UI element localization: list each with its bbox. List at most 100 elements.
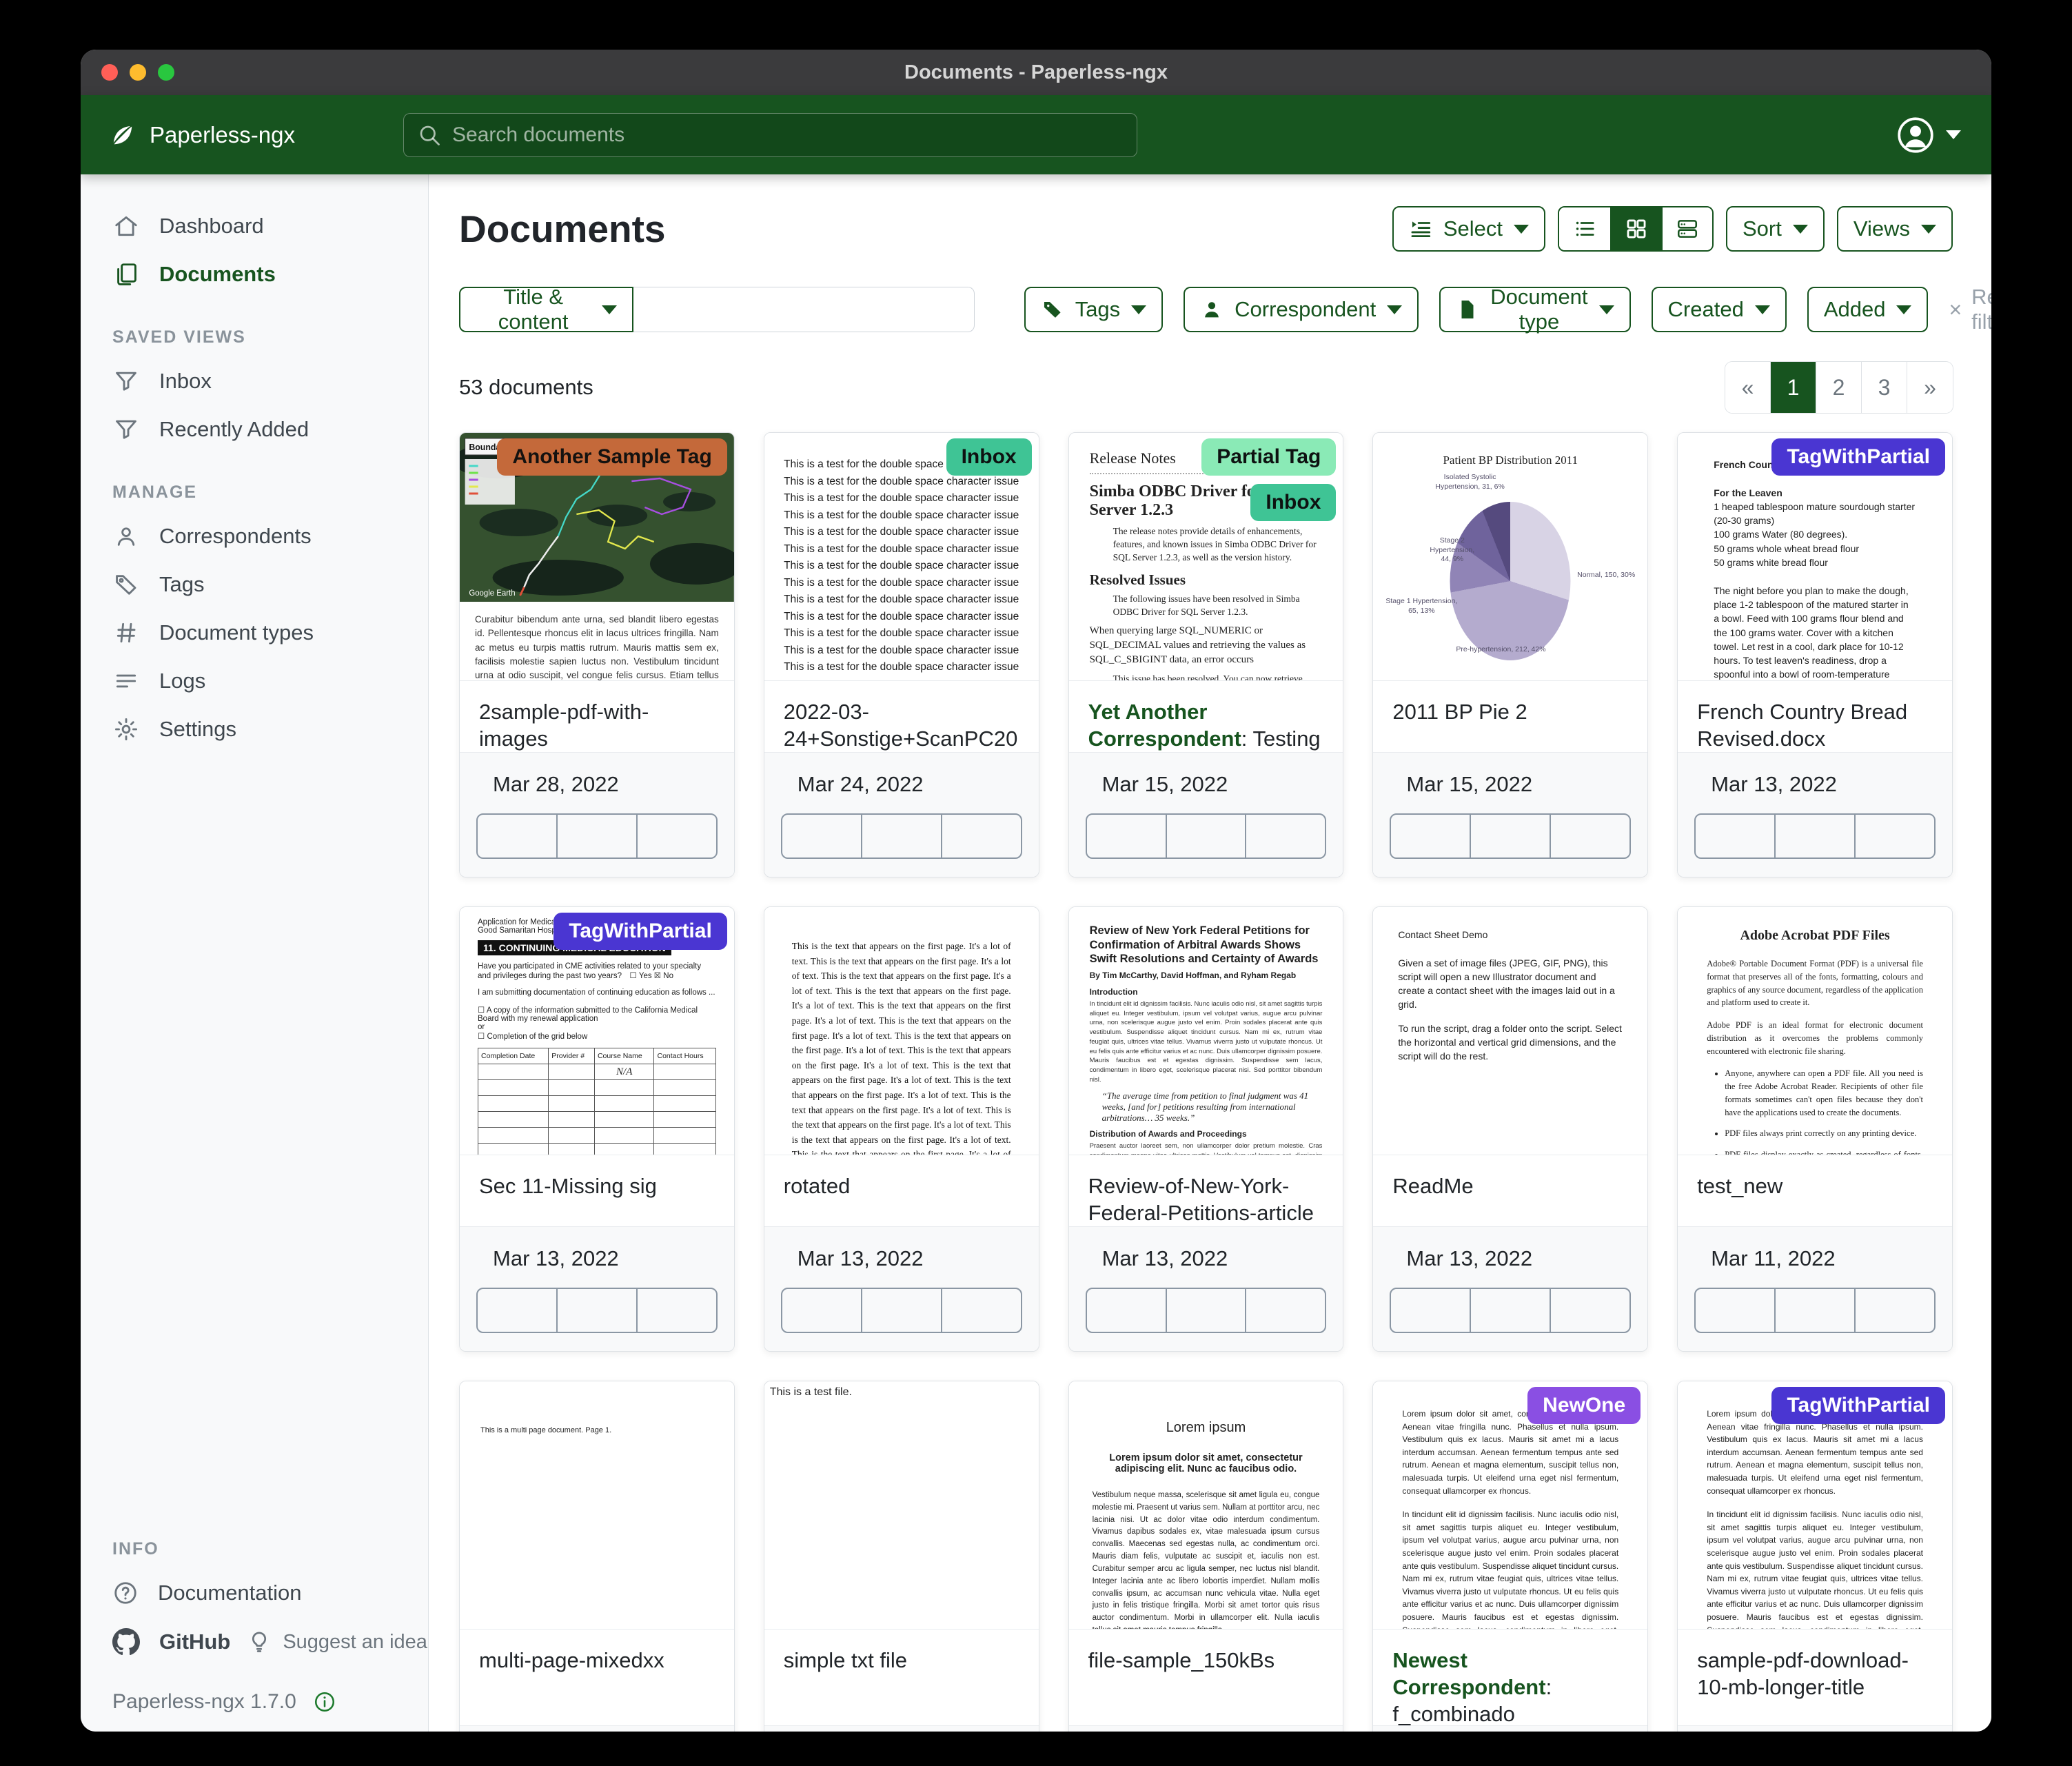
sidebar-item-suggest-idea[interactable]: Suggest an idea: [241, 1618, 429, 1665]
view-document-button[interactable]: [1470, 1288, 1551, 1333]
download-document-button[interactable]: [1550, 813, 1631, 859]
view-mode-list-button[interactable]: [1559, 207, 1610, 250]
document-card[interactable]: This is the text that appears on the fir…: [764, 906, 1039, 1352]
edit-document-button[interactable]: [1086, 813, 1167, 859]
sidebar-item-document-types[interactable]: Document types: [107, 609, 407, 657]
document-title[interactable]: file-sample_150kBs: [1069, 1630, 1343, 1725]
document-title[interactable]: Review-of-New-York-Federal-Petitions-art…: [1069, 1155, 1343, 1226]
sidebar-item-documents[interactable]: Documents: [107, 250, 407, 298]
document-title[interactable]: Newest Correspondent: f_combinado: [1373, 1630, 1647, 1725]
pagination-button-2[interactable]: 2: [1816, 362, 1862, 413]
pagination-button-prev[interactable]: «: [1725, 362, 1771, 413]
document-card[interactable]: This is a multi page document. Page 1. m…: [459, 1381, 735, 1732]
filter-field-button[interactable]: Title & content: [459, 287, 633, 332]
view-document-button[interactable]: [1774, 813, 1856, 859]
view-document-button[interactable]: [861, 813, 942, 859]
document-title[interactable]: simple txt file: [764, 1630, 1039, 1725]
view-document-button[interactable]: [1470, 813, 1551, 859]
document-title[interactable]: 2022-03-24+Sonstige+ScanPC2022-03-24_081…: [764, 681, 1039, 752]
edit-document-button[interactable]: [476, 813, 558, 859]
document-title[interactable]: French Country Bread Revised.docx: [1678, 681, 1952, 752]
edit-document-button[interactable]: [1086, 1288, 1167, 1333]
sidebar-item-settings[interactable]: Settings: [107, 705, 407, 753]
filter-query-input[interactable]: [633, 287, 974, 332]
tag-badge[interactable]: TagWithPartial: [553, 913, 727, 950]
filter-document-type-button[interactable]: Document type: [1439, 287, 1630, 332]
document-card[interactable]: This is a test file. simple txt file: [764, 1381, 1039, 1732]
sidebar-item-logs[interactable]: Logs: [107, 657, 407, 705]
document-title[interactable]: ReadMe: [1373, 1155, 1647, 1226]
view-document-button[interactable]: [1166, 1288, 1247, 1333]
select-button[interactable]: Select: [1392, 206, 1545, 252]
document-title[interactable]: sample-pdf-download-10-mb-longer-title: [1678, 1630, 1952, 1725]
document-title[interactable]: test_new: [1678, 1155, 1952, 1226]
download-document-button[interactable]: [1550, 1288, 1631, 1333]
download-document-button[interactable]: [1854, 1288, 1936, 1333]
document-card[interactable]: TagWithPartial French Country Bread For …: [1677, 432, 1953, 877]
document-card[interactable]: Contact Sheet Demo Given a set of image …: [1372, 906, 1648, 1352]
document-card[interactable]: Inbox This is a test for the double spac…: [764, 432, 1039, 877]
filter-created-button[interactable]: Created: [1652, 287, 1787, 332]
filter-tags-button[interactable]: Tags: [1024, 287, 1163, 332]
tag-badge[interactable]: Another Sample Tag: [497, 438, 727, 476]
tag-badge[interactable]: NewOne: [1527, 1387, 1641, 1424]
edit-document-button[interactable]: [1390, 1288, 1471, 1333]
document-card[interactable]: Lorem ipsumLorem ipsum dolor sit amet, c…: [1068, 1381, 1344, 1732]
views-button[interactable]: Views: [1837, 206, 1953, 252]
document-card[interactable]: Partial TagInbox Release NotesSimba ODBC…: [1068, 432, 1344, 877]
filter-correspondent-button[interactable]: Correspondent: [1184, 287, 1419, 332]
document-title[interactable]: multi-page-mixedxx: [460, 1630, 734, 1725]
view-document-button[interactable]: [861, 1288, 942, 1333]
download-document-button[interactable]: [941, 1288, 1022, 1333]
sidebar-item-documentation[interactable]: Documentation: [107, 1569, 407, 1617]
document-card[interactable]: TagWithPartial Application for Medical S…: [459, 906, 735, 1352]
tag-badge[interactable]: Inbox: [1250, 484, 1336, 521]
pagination-button-next[interactable]: »: [1907, 362, 1953, 413]
pagination-button-3[interactable]: 3: [1862, 362, 1907, 413]
edit-document-button[interactable]: [476, 1288, 558, 1333]
document-title[interactable]: 2sample-pdf-with-images: [460, 681, 734, 752]
download-document-button[interactable]: [1854, 813, 1936, 859]
download-document-button[interactable]: [636, 813, 718, 859]
view-document-button[interactable]: [556, 1288, 638, 1333]
filter-added-button[interactable]: Added: [1807, 287, 1929, 332]
sidebar-item-tags[interactable]: Tags: [107, 560, 407, 609]
sidebar-item-github[interactable]: GitHub: [107, 1617, 236, 1667]
view-document-button[interactable]: [1774, 1288, 1856, 1333]
search-input[interactable]: [403, 113, 1137, 157]
document-card[interactable]: Adobe Acrobat PDF FilesAdobe® Portable D…: [1677, 906, 1953, 1352]
tag-badge[interactable]: TagWithPartial: [1771, 1387, 1945, 1424]
document-card[interactable]: Another Sample Tag Boundary Waters Trip …: [459, 432, 735, 877]
document-title[interactable]: rotated: [764, 1155, 1039, 1226]
edit-document-button[interactable]: [781, 813, 862, 859]
info-circle-icon[interactable]: [313, 1690, 336, 1714]
sidebar-item-recently-added[interactable]: Recently Added: [107, 405, 407, 454]
sidebar-item-correspondents[interactable]: Correspondents: [107, 512, 407, 560]
edit-document-button[interactable]: [1694, 813, 1776, 859]
pagination-button-1[interactable]: 1: [1771, 362, 1816, 413]
brand[interactable]: Paperless-ngx: [107, 119, 403, 151]
sidebar-item-inbox[interactable]: Inbox: [107, 357, 407, 405]
edit-document-button[interactable]: [781, 1288, 862, 1333]
document-card[interactable]: NewOne Lorem ipsum dolor sit amet, conse…: [1372, 1381, 1648, 1732]
sort-button[interactable]: Sort: [1726, 206, 1825, 252]
view-mode-grid-button[interactable]: [1610, 207, 1661, 250]
tag-badge[interactable]: Partial Tag: [1201, 438, 1336, 476]
sidebar-item-dashboard[interactable]: Dashboard: [107, 202, 407, 250]
tag-badge[interactable]: TagWithPartial: [1771, 438, 1945, 476]
edit-document-button[interactable]: [1694, 1288, 1776, 1333]
document-card[interactable]: TagWithPartial Lorem ipsum dolor sit ame…: [1677, 1381, 1953, 1732]
document-card[interactable]: Patient BP Distribution 2011Isolated Sys…: [1372, 432, 1648, 877]
view-mode-details-button[interactable]: [1661, 207, 1712, 250]
document-title[interactable]: Yet Another Correspondent: Testing Email: [1069, 681, 1343, 752]
download-document-button[interactable]: [1245, 1288, 1326, 1333]
document-title[interactable]: 2011 BP Pie 2: [1373, 681, 1647, 752]
edit-document-button[interactable]: [1390, 813, 1471, 859]
view-document-button[interactable]: [1166, 813, 1247, 859]
document-card[interactable]: Review of New York Federal Petitions for…: [1068, 906, 1344, 1352]
download-document-button[interactable]: [636, 1288, 718, 1333]
user-menu[interactable]: [1896, 116, 1961, 154]
download-document-button[interactable]: [1245, 813, 1326, 859]
tag-badge[interactable]: Inbox: [946, 438, 1032, 476]
download-document-button[interactable]: [941, 813, 1022, 859]
